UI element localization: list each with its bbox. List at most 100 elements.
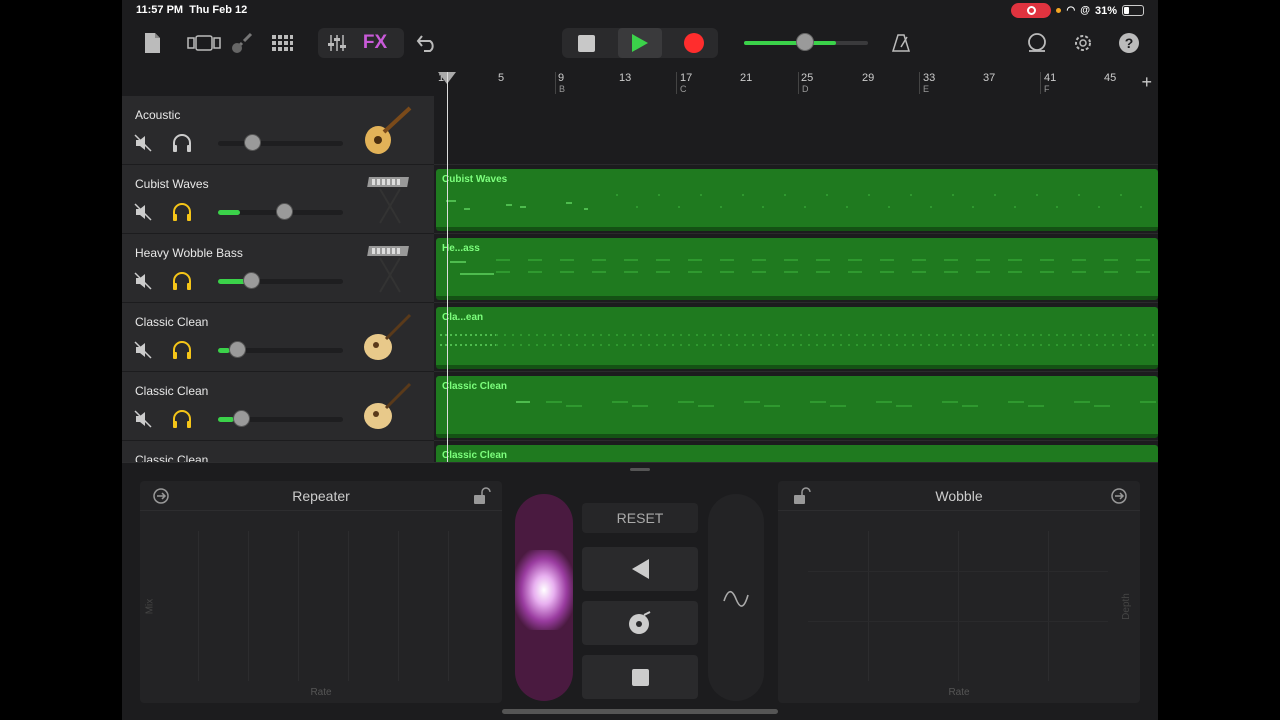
- tracks-view-button[interactable]: [268, 28, 296, 58]
- playhead[interactable]: [447, 72, 448, 462]
- headphones-icon[interactable]: [171, 202, 193, 222]
- track-header[interactable]: Acoustic: [122, 96, 434, 165]
- midi-region[interactable]: Cubist Waves: [436, 169, 1158, 231]
- settings-button[interactable]: [1070, 28, 1096, 58]
- fx-swap-icon[interactable]: [150, 487, 172, 505]
- mute-icon[interactable]: [134, 203, 152, 221]
- home-indicator[interactable]: [502, 709, 778, 714]
- loop-icon: [1028, 33, 1046, 52]
- midi-region[interactable]: Classic Clean: [436, 376, 1158, 438]
- browser-button[interactable]: [186, 28, 222, 58]
- electric-guitar-icon: [364, 382, 412, 429]
- garageband-app: 11:57 PM Thu Feb 12 ◠ @ 31% FX ? 1 5 9 1…: [122, 0, 1158, 720]
- wobble-xy-pad[interactable]: Wobble Depth Rate: [778, 481, 1140, 703]
- track-volume-knob[interactable]: [276, 203, 293, 220]
- track-header[interactable]: Classic Clean: [122, 372, 434, 441]
- x-axis-label: Rate: [948, 687, 970, 698]
- master-volume-knob[interactable]: [796, 33, 814, 51]
- track-name: Classic Clean: [135, 453, 209, 462]
- track-lane[interactable]: [434, 96, 1158, 165]
- section-label: E: [923, 84, 930, 94]
- unlock-icon[interactable]: [790, 487, 812, 505]
- my-songs-button[interactable]: [140, 28, 164, 58]
- pad-title: Wobble: [935, 488, 983, 504]
- svg-text:?: ?: [1125, 35, 1134, 51]
- live-fx-panel: Repeater Mix Rate RESET Wobble Depth Rat…: [122, 462, 1158, 720]
- track-lane[interactable]: Cla...ean: [434, 303, 1158, 372]
- help-button[interactable]: ?: [1116, 28, 1142, 58]
- add-section-button[interactable]: +: [1141, 72, 1152, 93]
- fx-button[interactable]: FX: [360, 28, 390, 58]
- headphones-icon[interactable]: [171, 340, 193, 360]
- bar-label: 9: [558, 72, 565, 84]
- mute-icon[interactable]: [134, 410, 152, 428]
- y-axis-label: Mix: [144, 598, 156, 615]
- timeline-ruler[interactable]: 1 5 9 13 17 21 25 29 33 37 41 45 B C D E…: [434, 68, 1158, 96]
- status-icons: ◠ @ 31%: [1011, 3, 1144, 18]
- track-volume-knob[interactable]: [243, 272, 260, 289]
- repeater-xy-pad[interactable]: Repeater Mix Rate: [140, 481, 502, 703]
- metronome-button[interactable]: [888, 28, 914, 58]
- track-volume-knob[interactable]: [244, 134, 261, 151]
- track-lane[interactable]: Classic Clean: [434, 441, 1158, 462]
- track-volume-slider[interactable]: [218, 279, 343, 284]
- stop-icon: [577, 34, 595, 52]
- turntable-icon: [629, 611, 651, 634]
- location-icon: @: [1080, 5, 1090, 16]
- midi-region[interactable]: Cla...ean: [436, 307, 1158, 369]
- track-lane[interactable]: Cubist Waves: [434, 165, 1158, 234]
- track-volume-slider[interactable]: [218, 141, 343, 146]
- undo-button[interactable]: [414, 28, 440, 58]
- stop-button[interactable]: [570, 28, 602, 58]
- midi-region[interactable]: He...ass: [436, 238, 1158, 300]
- master-volume-fill: [744, 41, 836, 45]
- track-volume-fill: [218, 417, 234, 422]
- track-header[interactable]: Classic Clean: [122, 303, 434, 372]
- loop-browser-button[interactable]: [1024, 28, 1050, 58]
- headphones-icon[interactable]: [171, 133, 193, 153]
- track-lane[interactable]: Classic Clean: [434, 372, 1158, 441]
- play-icon: [632, 34, 648, 52]
- reverse-button[interactable]: [582, 547, 698, 591]
- track-volume-knob[interactable]: [233, 410, 250, 427]
- track-lane[interactable]: He...ass: [434, 234, 1158, 303]
- instrument-controls-button[interactable]: [228, 28, 256, 58]
- reverse-icon: [631, 559, 649, 579]
- scratch-button[interactable]: [582, 601, 698, 645]
- fx-swap-icon[interactable]: [1108, 487, 1130, 505]
- unlock-icon[interactable]: [470, 487, 492, 505]
- toolbar: FX ?: [122, 22, 1158, 68]
- track-header[interactable]: Heavy Wobble Bass: [122, 234, 434, 303]
- y-axis-label: Depth: [1121, 593, 1133, 620]
- headphones-icon[interactable]: [171, 409, 193, 429]
- headphones-icon[interactable]: [171, 271, 193, 291]
- modulation-strip[interactable]: [708, 494, 764, 701]
- mute-icon[interactable]: [134, 272, 152, 290]
- track-name: Heavy Wobble Bass: [135, 246, 243, 260]
- play-button[interactable]: [618, 28, 662, 58]
- help-icon: ?: [1119, 33, 1139, 53]
- mute-icon[interactable]: [134, 341, 152, 359]
- stop-fx-button[interactable]: [582, 655, 698, 699]
- section-label: F: [1044, 84, 1050, 94]
- track-header[interactable]: Classic Clean: [122, 441, 434, 462]
- bar-label: 33: [923, 72, 936, 84]
- panel-grabber[interactable]: [630, 468, 650, 471]
- mixer-button[interactable]: [324, 28, 350, 58]
- wifi-icon: ◠: [1066, 5, 1076, 16]
- mute-icon[interactable]: [134, 134, 152, 152]
- undo-icon: [416, 35, 434, 52]
- pad-title: Repeater: [292, 488, 350, 504]
- section-label: C: [680, 84, 687, 94]
- track-headers: Acoustic Cubist Waves Heavy Wobble Bass: [122, 96, 434, 462]
- keyboard-icon: [367, 177, 409, 224]
- filter-strip[interactable]: [515, 494, 573, 701]
- record-button[interactable]: [678, 28, 710, 58]
- reset-button[interactable]: RESET: [582, 503, 698, 533]
- track-header[interactable]: Cubist Waves: [122, 165, 434, 234]
- track-volume-knob[interactable]: [229, 341, 246, 358]
- midi-region[interactable]: Classic Clean: [436, 445, 1158, 462]
- pad-header: Wobble: [778, 481, 1140, 511]
- clock: 11:57 PM: [136, 4, 184, 16]
- pad-header: Repeater: [140, 481, 502, 511]
